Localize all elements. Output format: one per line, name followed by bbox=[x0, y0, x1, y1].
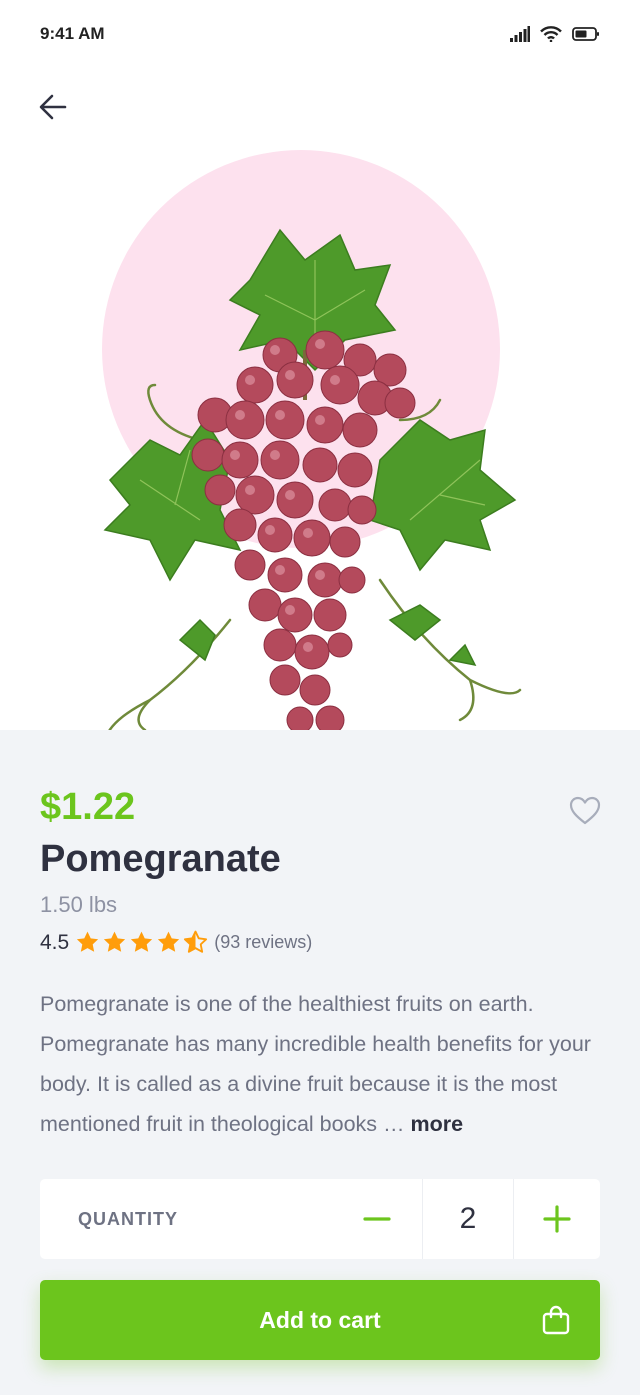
quantity-stepper: QUANTITY 2 bbox=[40, 1179, 600, 1259]
quantity-label: QUANTITY bbox=[78, 1208, 178, 1229]
rating-value: 4.5 bbox=[40, 930, 70, 954]
add-to-cart-label: Add to cart bbox=[259, 1306, 381, 1333]
shopping-bag-icon bbox=[542, 1305, 570, 1335]
rating-stars bbox=[75, 930, 208, 955]
wifi-icon bbox=[540, 26, 562, 42]
back-button[interactable] bbox=[34, 88, 74, 128]
heart-icon bbox=[569, 796, 601, 825]
minus-icon bbox=[363, 1217, 391, 1221]
status-icons bbox=[510, 26, 600, 42]
product-name: Pomegranate bbox=[40, 838, 281, 880]
product-weight: 1.50 lbs bbox=[40, 892, 118, 917]
star-icon bbox=[131, 931, 153, 952]
rating-row: 4.5 (93 reviews) bbox=[40, 930, 312, 955]
signal-icon bbox=[510, 26, 530, 42]
quantity-value: 2 bbox=[422, 1179, 514, 1259]
product-price: $1.22 bbox=[40, 786, 136, 828]
description-text: Pomegranate is one of the healthiest fru… bbox=[40, 992, 591, 1136]
more-link[interactable]: more bbox=[411, 1112, 464, 1136]
plus-icon bbox=[543, 1205, 571, 1233]
back-arrow-icon bbox=[39, 94, 67, 120]
star-icon bbox=[158, 931, 180, 952]
product-description: Pomegranate is one of the healthiest fru… bbox=[40, 984, 600, 1144]
quantity-increase-button[interactable] bbox=[514, 1179, 600, 1259]
battery-icon bbox=[572, 27, 599, 41]
favorite-button[interactable] bbox=[568, 794, 602, 828]
star-half-icon bbox=[184, 930, 208, 953]
status-bar: 9:41 AM bbox=[0, 0, 640, 70]
grapes-bunch-image bbox=[103, 228, 522, 742]
product-details-panel: $1.22 Pomegranate 1.50 lbs 4.5 (93 revie… bbox=[0, 730, 640, 1395]
quantity-decrease-button[interactable] bbox=[332, 1179, 422, 1259]
add-to-cart-button[interactable]: Add to cart bbox=[40, 1280, 600, 1360]
star-icon bbox=[104, 931, 126, 952]
star-icon bbox=[77, 931, 99, 952]
review-count: (93 reviews) bbox=[214, 932, 313, 952]
product-hero bbox=[0, 130, 640, 742]
status-time: 9:41 AM bbox=[40, 24, 105, 43]
